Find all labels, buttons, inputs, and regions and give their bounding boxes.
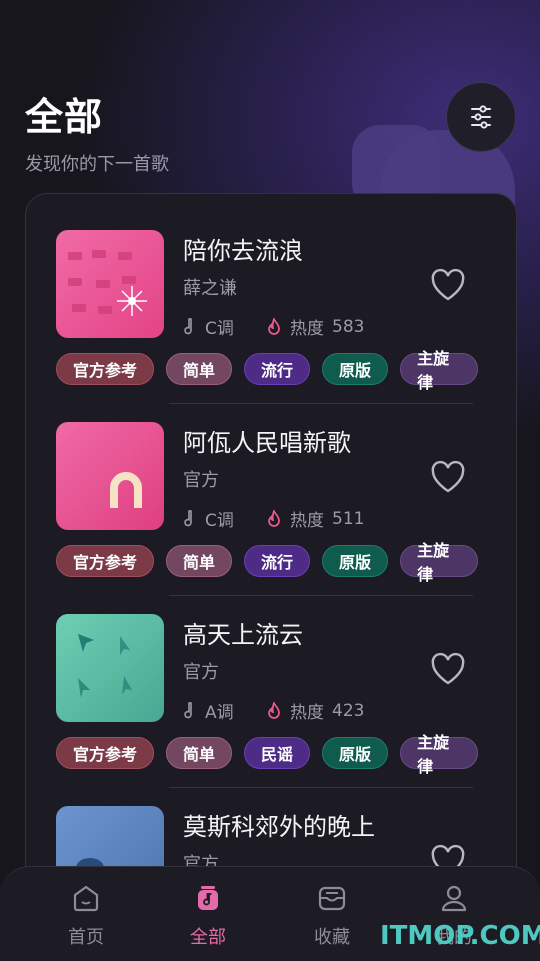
music-note-icon [198, 886, 218, 910]
heart-icon[interactable] [430, 268, 466, 302]
tag[interactable]: 主旋律 [400, 349, 479, 392]
music-note-icon [184, 701, 192, 718]
heat-label: 热度 [290, 319, 324, 339]
tag[interactable]: 主旋律 [400, 541, 479, 584]
song-heat: 热度 423 [266, 698, 364, 723]
key-label: C调 [205, 511, 234, 531]
song-title: 高天上流云 [183, 621, 303, 649]
song-item[interactable]: 陪你去流浪 薛之谦 C调 热度 583 官方参考 简单 流行 原版 主旋律 [26, 194, 516, 392]
music-note-icon [184, 509, 192, 526]
song-title: 莫斯科郊外的晚上 [183, 813, 375, 841]
song-artist: 官方 [183, 662, 219, 683]
key-label: A调 [205, 703, 234, 723]
heart-icon[interactable] [430, 652, 466, 686]
tag-list: 官方参考 简单 流行 原版 主旋律 [56, 541, 479, 584]
music-note-icon [184, 317, 192, 334]
tag[interactable]: 简单 [166, 545, 233, 577]
tag[interactable]: 主旋律 [400, 733, 479, 776]
sliders-icon [471, 105, 491, 129]
tab-all[interactable]: 全部 [168, 883, 248, 949]
tag-list: 官方参考 简单 流行 原版 主旋律 [56, 349, 479, 392]
flame-icon [268, 509, 280, 527]
key-label: C调 [205, 319, 234, 339]
filter-button[interactable] [446, 82, 516, 152]
user-icon [441, 885, 467, 912]
tag[interactable]: 原版 [322, 737, 389, 769]
tag[interactable]: 原版 [322, 353, 389, 385]
flame-icon [268, 317, 280, 335]
inbox-icon [318, 886, 346, 911]
song-heat: 热度 583 [266, 314, 364, 339]
song-key: A调 [183, 698, 234, 723]
tag[interactable]: 官方参考 [56, 737, 155, 769]
tag[interactable]: 原版 [322, 545, 389, 577]
tag-list: 官方参考 简单 民谣 原版 主旋律 [56, 733, 479, 776]
heat-value: 511 [332, 508, 365, 529]
song-list-card: 陪你去流浪 薛之谦 C调 热度 583 官方参考 简单 流行 原版 主旋律 阿佤… [25, 193, 517, 895]
heat-value: 423 [332, 700, 365, 721]
heart-icon[interactable] [430, 460, 466, 494]
song-heat: 热度 511 [266, 506, 364, 531]
tag[interactable]: 流行 [244, 545, 311, 577]
watermark: ITMOP.COM [380, 921, 540, 951]
song-cover [56, 230, 164, 338]
tag[interactable]: 官方参考 [56, 545, 155, 577]
tag[interactable]: 简单 [166, 737, 233, 769]
tab-label: 首页 [68, 927, 104, 948]
song-key: C调 [183, 314, 234, 339]
heat-label: 热度 [290, 511, 324, 531]
tab-label: 收藏 [314, 927, 350, 948]
song-artist: 官方 [183, 470, 219, 491]
tag[interactable]: 流行 [244, 353, 311, 385]
heat-value: 583 [332, 316, 365, 337]
tag[interactable]: 官方参考 [56, 353, 155, 385]
tag[interactable]: 民谣 [244, 737, 311, 769]
flame-icon [268, 701, 280, 719]
song-title: 阿佤人民唱新歌 [183, 429, 351, 457]
heat-label: 热度 [290, 703, 324, 723]
page-subtitle: 发现你的下一首歌 [25, 154, 169, 175]
song-artist: 薛之谦 [183, 278, 237, 299]
song-key: C调 [183, 506, 234, 531]
home-icon [73, 885, 99, 912]
song-title: 陪你去流浪 [183, 237, 303, 265]
song-item[interactable]: 阿佤人民唱新歌 官方 C调 热度 511 官方参考 简单 流行 原版 主旋律 [26, 386, 516, 584]
song-cover [56, 422, 164, 530]
page-title: 全部 [25, 95, 104, 139]
song-cover [56, 614, 164, 722]
tag[interactable]: 简单 [166, 353, 233, 385]
tab-home[interactable]: 首页 [46, 883, 126, 949]
tab-favorites[interactable]: 收藏 [292, 883, 372, 949]
tab-label: 全部 [190, 927, 226, 948]
song-item[interactable]: 高天上流云 官方 A调 热度 423 官方参考 简单 民谣 原版 主旋律 [26, 578, 516, 776]
